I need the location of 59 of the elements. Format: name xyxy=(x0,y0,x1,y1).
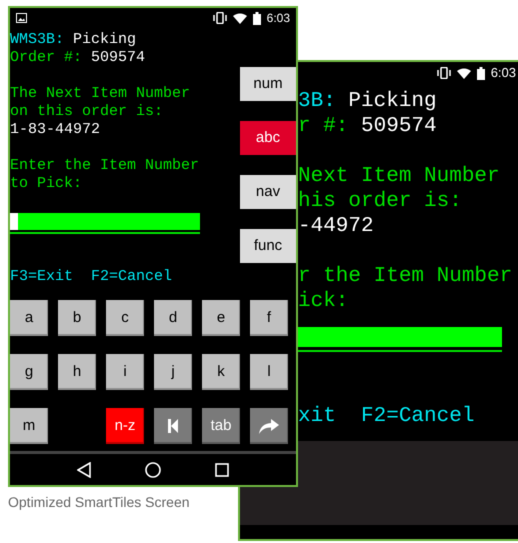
terminal-text: on this order is: xyxy=(10,103,164,121)
terminal-text: WMS3B: xyxy=(10,31,64,49)
terminal-text: 1-83-44972 xyxy=(10,121,100,139)
key[interactable]: a xyxy=(10,300,48,336)
terminal-text: ick: xyxy=(298,289,348,314)
first-key[interactable] xyxy=(154,408,192,444)
key[interactable]: b xyxy=(58,300,96,336)
status-time: 6:03 xyxy=(266,10,290,27)
terminal-text: Picking xyxy=(73,31,136,49)
mode-button[interactable]: abc xyxy=(240,121,296,155)
terminal-text: r the Item Number xyxy=(298,264,512,289)
battery-icon xyxy=(252,12,261,24)
function-keys-text: F3=Exit F2=Cancel xyxy=(10,268,174,286)
terminal-text: Order #: xyxy=(10,49,82,67)
terminal-text: 509574 xyxy=(91,49,146,67)
recents-icon[interactable] xyxy=(215,462,229,476)
forward-arrow-icon xyxy=(259,418,279,434)
text-cursor xyxy=(10,213,18,230)
mode-button[interactable]: func xyxy=(240,229,296,263)
wifi-icon xyxy=(232,12,247,24)
terminal-text: The Next Item Number xyxy=(10,85,190,103)
key[interactable]: j xyxy=(154,354,192,390)
key[interactable]: l xyxy=(250,354,288,390)
function-keys-text: xit F2=Cancel xyxy=(298,404,476,429)
terminal-text: Picking xyxy=(348,89,437,114)
key[interactable]: h xyxy=(58,354,96,390)
key[interactable]: n-z xyxy=(106,408,144,444)
home-icon[interactable] xyxy=(145,462,161,478)
battery-icon xyxy=(476,66,485,80)
terminal-text: Enter the Item Number xyxy=(10,157,200,175)
key[interactable]: g xyxy=(10,354,48,390)
input-field[interactable] xyxy=(10,213,200,234)
caption: Optimized SmartTiles Screen xyxy=(8,493,190,512)
key[interactable]: e xyxy=(202,300,240,336)
key[interactable]: f xyxy=(250,300,288,336)
terminal-text: 509574 xyxy=(361,114,437,139)
terminal-text: his order is: xyxy=(298,189,462,214)
skip-back-icon xyxy=(168,419,178,433)
key[interactable]: k xyxy=(202,354,240,390)
wifi-icon xyxy=(456,68,471,78)
back-icon[interactable] xyxy=(77,462,91,478)
mode-button[interactable]: nav xyxy=(240,175,296,209)
vibrate-icon xyxy=(212,12,227,24)
terminal-text: -44972 xyxy=(298,214,374,239)
mode-button[interactable]: num xyxy=(240,67,296,101)
terminal-text: to Pick: xyxy=(10,175,82,193)
terminal-text: 3B: xyxy=(298,89,336,114)
vibrate-icon xyxy=(436,67,451,79)
send-key[interactable] xyxy=(250,408,288,444)
terminal-text: r #: xyxy=(298,114,348,139)
key[interactable]: d xyxy=(154,300,192,336)
image-icon xyxy=(16,13,27,23)
key[interactable]: i xyxy=(106,354,144,390)
status-time: 6:03 xyxy=(490,64,516,82)
key[interactable]: tab xyxy=(202,408,240,444)
terminal-text: Next Item Number xyxy=(298,164,500,189)
input-field[interactable] xyxy=(298,327,502,352)
key[interactable]: m xyxy=(10,408,48,444)
key[interactable]: c xyxy=(106,300,144,336)
